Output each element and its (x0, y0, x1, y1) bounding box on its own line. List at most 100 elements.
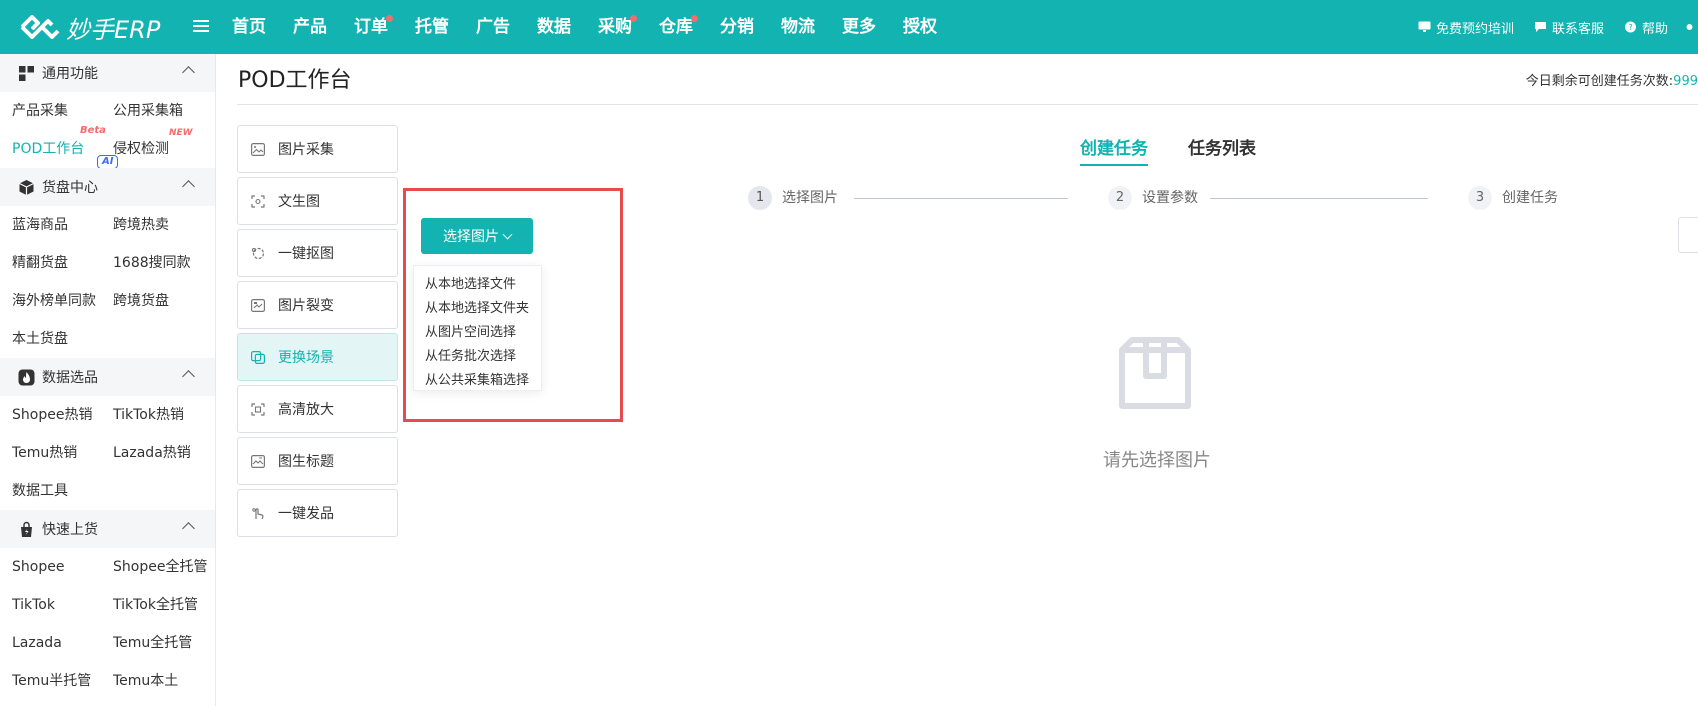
step-number: 2 (1108, 186, 1132, 210)
dropdown-item-local-file[interactable]: 从本地选择文件 (414, 273, 541, 297)
sidebar-item-tiktok-full[interactable]: TikTok全托管 (113, 586, 228, 624)
nav-item-logistics[interactable]: 物流 (781, 0, 815, 54)
sidebar-item-tiktok-hot[interactable]: TikTok热销 (113, 396, 228, 434)
main-nav: 首页 产品 订单 托管 广告 数据 采购 仓库 分销 物流 更多 授权 (232, 0, 964, 54)
chevron-up-icon[interactable] (182, 66, 195, 79)
tool-cutout[interactable]: 一键抠图 (237, 229, 398, 277)
tab-task-list[interactable]: 任务列表 (1188, 134, 1256, 166)
image-icon (251, 142, 265, 156)
nav-item-purchase[interactable]: 采购 (598, 0, 637, 54)
notification-dot (691, 15, 698, 22)
dropdown-item-image-space[interactable]: 从图片空间选择 (414, 321, 541, 345)
quota-label: 今日剩余可创建任务次数: (1525, 74, 1674, 89)
training-link[interactable]: 免费预约培训 (1418, 18, 1514, 37)
sidebar-section-links: Shopee Shopee全托管 TikTok TikTok全托管 Lazada… (0, 548, 215, 700)
chevron-up-icon[interactable] (182, 522, 195, 535)
support-link[interactable]: 联系客服 (1534, 18, 1604, 37)
sidebar-item-temu-half[interactable]: Temu半托管 (12, 662, 113, 700)
step-label: 设置参数 (1142, 190, 1198, 206)
nav-item-label: 仓库 (659, 17, 693, 37)
chevron-up-icon[interactable] (182, 180, 195, 193)
nav-item-data[interactable]: 数据 (537, 0, 571, 54)
tool-text-to-image[interactable]: 文生图 (237, 177, 398, 225)
sidebar-item-temu-local[interactable]: Temu本土 (113, 662, 228, 700)
sidebar-item-crossborder-supply[interactable]: 跨境货盘 (113, 282, 228, 320)
sidebar-section-general[interactable]: 通用功能 (0, 54, 215, 92)
tool-one-click-publish[interactable]: 一键发品 (237, 489, 398, 537)
sidebar-item-shopee[interactable]: Shopee (12, 548, 113, 586)
tool-label: 一键发品 (278, 506, 334, 522)
dropdown-item-public-collect-box[interactable]: 从公共采集箱选择 (414, 369, 541, 393)
sidebar-item-1688-same[interactable]: 1688搜同款 (113, 244, 228, 282)
nav-item-authorize[interactable]: 授权 (903, 0, 937, 54)
sidebar-section-quick-listing[interactable]: 快速上货 (0, 510, 215, 548)
task-tabs: 创建任务 任务列表 (1080, 134, 1296, 166)
nav-item-ads[interactable]: 广告 (476, 0, 510, 54)
tool-image-title[interactable]: 图生标题 (237, 437, 398, 485)
nav-item-warehouse[interactable]: 仓库 (659, 0, 698, 54)
step-label: 创建任务 (1502, 190, 1558, 206)
page-title: POD工作台 (238, 68, 352, 93)
clear-button[interactable] (1678, 217, 1698, 253)
tool-change-scene[interactable]: 更换场景 (237, 333, 398, 381)
nav-item-products[interactable]: 产品 (293, 0, 327, 54)
sidebar-item-label: 侵权检测 (113, 141, 169, 157)
nav-item-orders[interactable]: 订单 (354, 0, 393, 54)
tool-image-collect[interactable]: 图片采集 (237, 125, 398, 173)
bag-icon (21, 521, 32, 537)
chevron-up-icon[interactable] (182, 370, 195, 383)
tool-label: 一键抠图 (278, 246, 334, 262)
help-label: 帮助 (1641, 21, 1668, 37)
sidebar-item-crossborder-hot[interactable]: 跨境热卖 (113, 206, 228, 244)
sidebar-item-data-tools[interactable]: 数据工具 (12, 472, 113, 510)
scene-icon (251, 350, 265, 364)
training-label: 免费预约培训 (1435, 21, 1514, 37)
select-image-label: 选择图片 (443, 229, 499, 245)
sidebar-item-shopee-full[interactable]: Shopee全托管 (113, 548, 228, 586)
menu-toggle-icon[interactable] (193, 18, 209, 34)
fire-icon (18, 369, 35, 385)
notification-dot (630, 15, 637, 22)
sidebar-item-lazada-hot[interactable]: Lazada热销 (113, 434, 228, 472)
nav-item-hosting[interactable]: 托管 (415, 0, 449, 54)
tool-upscale[interactable]: 高清放大 (237, 385, 398, 433)
sidebar-item-shopee-hot[interactable]: Shopee热销 (12, 396, 113, 434)
dropdown-item-local-folder[interactable]: 从本地选择文件夹 (414, 297, 541, 321)
sidebar-item-tiktok[interactable]: TikTok (12, 586, 113, 624)
header-divider (237, 104, 1698, 105)
publish-icon (252, 507, 264, 519)
sidebar-item-blue-ocean[interactable]: 蓝海商品 (12, 206, 113, 244)
select-image-button[interactable]: 选择图片 (421, 218, 533, 254)
sidebar-item-label: POD工作台 (12, 141, 85, 157)
nav-item-label: 产品 (293, 17, 327, 37)
tool-image-variation[interactable]: 图片裂变 (237, 281, 398, 329)
help-link[interactable]: ? 帮助 (1624, 18, 1668, 37)
nav-item-label: 更多 (842, 17, 876, 37)
logo[interactable]: 妙手ERP (18, 10, 160, 44)
nav-item-label: 物流 (781, 17, 815, 37)
sidebar-item-overseas-ranking[interactable]: 海外榜单同款 (12, 282, 113, 320)
help-icon: ? (1624, 21, 1636, 33)
sidebar-item-public-collect-box[interactable]: 公用采集箱 (113, 92, 228, 130)
sidebar-item-local-supply[interactable]: 本土货盘 (12, 320, 113, 358)
step-connector (854, 198, 1068, 199)
nav-item-home[interactable]: 首页 (232, 0, 266, 54)
nav-item-more[interactable]: 更多 (842, 0, 876, 54)
sidebar-section-data-selection[interactable]: 数据选品 (0, 358, 215, 396)
user-menu[interactable] (1686, 21, 1698, 33)
dropdown-item-task-batch[interactable]: 从任务批次选择 (414, 345, 541, 369)
sidebar-item-refined-supply[interactable]: 精翻货盘 (12, 244, 113, 282)
sidebar-item-temu-full[interactable]: Temu全托管 (113, 624, 228, 662)
image-title-icon (251, 454, 265, 468)
sidebar-item-temu-hot[interactable]: Temu热销 (12, 434, 113, 472)
step-connector (1210, 198, 1428, 199)
nav-item-distribution[interactable]: 分销 (720, 0, 754, 54)
tool-label: 图生标题 (278, 454, 334, 470)
tool-label: 文生图 (278, 194, 320, 210)
sidebar-item-pod-workbench[interactable]: POD工作台 Beta AI (12, 125, 119, 169)
tab-create-task[interactable]: 创建任务 (1080, 134, 1148, 166)
sidebar-item-infringement-check[interactable]: 侵权检测 NEW (113, 128, 228, 168)
sidebar-item-lazada[interactable]: Lazada (12, 624, 113, 662)
sidebar-section-supply[interactable]: 货盘中心 (0, 168, 215, 206)
new-badge: NEW (169, 128, 193, 138)
